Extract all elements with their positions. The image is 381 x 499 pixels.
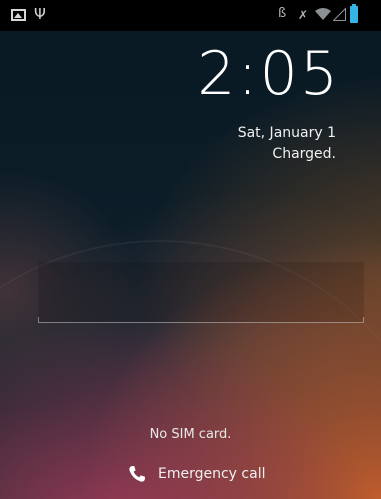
emergency-call-label: Emergency call	[158, 466, 266, 482]
gallery-icon	[11, 9, 26, 21]
carrier-label: No SIM card.	[149, 427, 232, 442]
usb-icon: Ψ	[34, 5, 46, 23]
status-bar: Ψ ß ✗	[0, 0, 381, 31]
battery-icon	[350, 4, 358, 23]
lock-screen: Ψ ß ✗ 2:05 Sat, January 1 Charged. No SI…	[0, 0, 381, 499]
phone-icon	[129, 466, 145, 482]
charging-status: Charged.	[272, 146, 336, 162]
clock-time: 2:05	[197, 39, 340, 109]
unlock-area[interactable]	[38, 262, 364, 323]
bluetooth-icon: ß	[278, 6, 287, 21]
mute-icon: ✗	[298, 8, 309, 22]
wifi-icon	[315, 8, 331, 20]
date-label: Sat, January 1	[237, 125, 336, 141]
signal-icon	[333, 8, 346, 21]
emergency-call-button[interactable]: Emergency call	[128, 462, 265, 486]
